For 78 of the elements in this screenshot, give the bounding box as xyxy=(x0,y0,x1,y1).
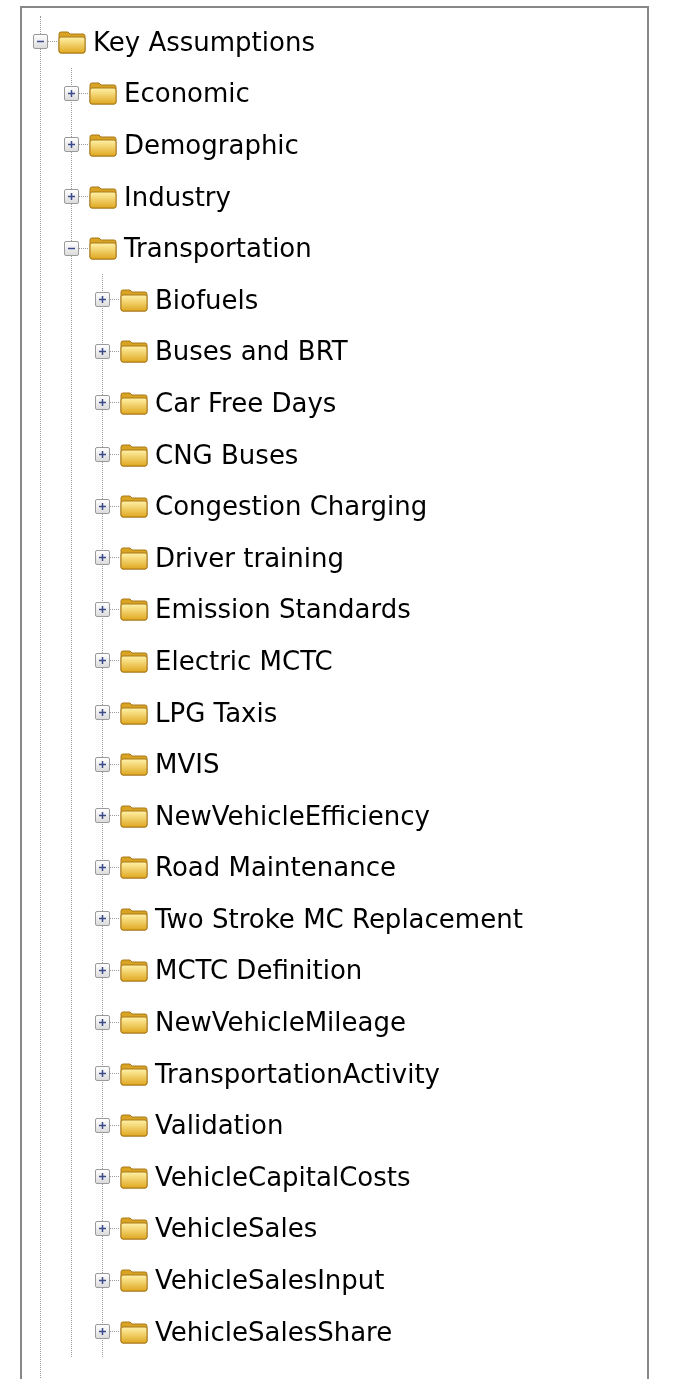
expand-icon[interactable] xyxy=(95,395,110,411)
folder-label[interactable]: LPG Taxis xyxy=(155,699,278,726)
folder-label[interactable]: Economic xyxy=(124,80,250,107)
expand-icon[interactable] xyxy=(95,343,110,359)
expand-icon[interactable] xyxy=(95,1220,110,1236)
folder-icon xyxy=(119,855,149,880)
expand-icon[interactable] xyxy=(64,137,79,153)
folder-icon xyxy=(119,700,149,725)
folder-label[interactable]: Emission Standards xyxy=(155,596,411,623)
folder-icon xyxy=(119,339,149,364)
folder-label[interactable]: Car Free Days xyxy=(155,389,337,416)
folder-icon xyxy=(119,1268,149,1293)
folder-icon xyxy=(88,184,118,209)
expand-icon[interactable] xyxy=(95,1014,110,1030)
folder-icon xyxy=(119,597,149,622)
folder-label[interactable]: NewVehicleEfficiency xyxy=(155,802,430,829)
folder-label[interactable]: Congestion Charging xyxy=(155,493,428,520)
folder-label[interactable]: VehicleSalesInput xyxy=(155,1267,385,1294)
folder-icon xyxy=(119,494,149,519)
expand-icon[interactable] xyxy=(95,911,110,927)
folder-label[interactable]: NewVehicleMileage xyxy=(155,1009,406,1036)
expand-icon[interactable] xyxy=(95,963,110,978)
folder-label[interactable]: Transportation xyxy=(124,235,312,262)
folder-icon xyxy=(119,1216,149,1241)
folder-icon xyxy=(57,29,87,54)
folder-label[interactable]: Validation xyxy=(155,1112,284,1139)
expand-icon[interactable] xyxy=(95,1169,110,1185)
expand-icon[interactable] xyxy=(95,550,110,566)
folder-icon xyxy=(119,1319,149,1344)
folder-icon xyxy=(119,545,149,570)
expand-icon[interactable] xyxy=(95,1117,110,1133)
folder-icon xyxy=(88,133,118,157)
folder-icon xyxy=(88,81,118,106)
folder-icon xyxy=(119,958,149,983)
folder-icon xyxy=(119,648,149,673)
expand-icon[interactable] xyxy=(95,756,110,772)
expand-icon[interactable] xyxy=(95,859,110,875)
expand-icon[interactable] xyxy=(95,1324,110,1340)
expand-icon[interactable] xyxy=(95,447,110,463)
expand-icon[interactable] xyxy=(95,1066,110,1082)
folder-icon xyxy=(119,752,149,777)
folder-label[interactable]: Electric MCTC xyxy=(155,647,333,674)
folder-icon xyxy=(119,287,149,312)
folder-icon xyxy=(119,1010,149,1035)
folder-icon xyxy=(119,1061,149,1086)
folder-icon xyxy=(88,236,118,261)
folder-label[interactable]: MVIS xyxy=(155,751,220,778)
expand-icon[interactable] xyxy=(95,292,110,308)
folder-icon xyxy=(119,803,149,828)
folder-label[interactable]: Key Assumptions xyxy=(93,28,315,55)
folder-label[interactable]: Road Maintenance xyxy=(155,854,396,881)
folder-icon xyxy=(119,1113,149,1138)
folder-label[interactable]: VehicleSalesShare xyxy=(155,1318,393,1345)
folder-icon xyxy=(119,1164,149,1189)
folder-label[interactable]: Buses and BRT xyxy=(155,338,348,365)
folder-label[interactable]: CNG Buses xyxy=(155,441,299,468)
folder-label[interactable]: Biofuels xyxy=(155,286,259,313)
folder-label[interactable]: Two Stroke MC Replacement xyxy=(155,905,523,932)
expand-icon[interactable] xyxy=(95,498,110,514)
folder-label[interactable]: Demographic xyxy=(124,132,299,158)
expand-icon[interactable] xyxy=(95,653,110,669)
collapse-icon[interactable] xyxy=(64,240,79,256)
folder-label[interactable]: MCTC Definition xyxy=(155,957,363,984)
folder-icon xyxy=(119,442,149,467)
collapse-icon[interactable] xyxy=(33,34,48,50)
expand-icon[interactable] xyxy=(95,1272,110,1288)
expand-icon[interactable] xyxy=(95,601,110,617)
folder-label[interactable]: Driver training xyxy=(155,544,344,571)
folder-label[interactable]: TransportationActivity xyxy=(155,1060,440,1087)
expand-icon[interactable] xyxy=(64,85,79,101)
folder-icon xyxy=(119,390,149,415)
folder-label[interactable]: Industry xyxy=(124,183,231,210)
folder-icon xyxy=(119,906,149,931)
expand-icon[interactable] xyxy=(95,705,110,720)
folder-label[interactable]: VehicleSales xyxy=(155,1215,318,1242)
expand-icon[interactable] xyxy=(95,808,110,824)
folder-label[interactable]: VehicleCapitalCosts xyxy=(155,1163,411,1190)
expand-icon[interactable] xyxy=(64,189,79,205)
